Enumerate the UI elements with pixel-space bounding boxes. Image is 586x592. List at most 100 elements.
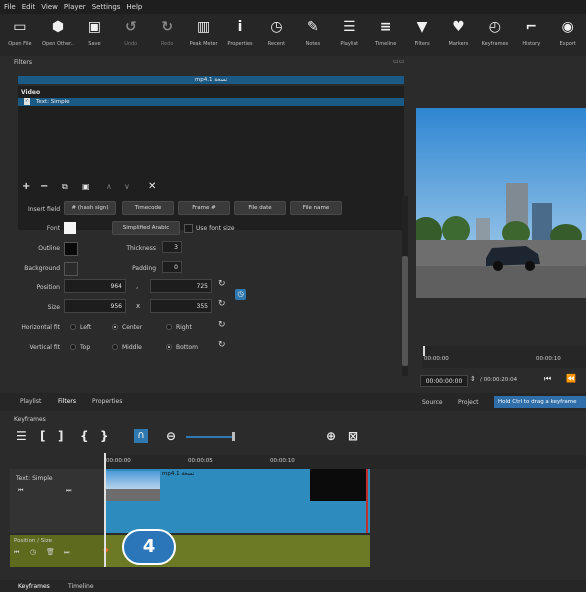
tab-keyframes[interactable]: Keyframes [18, 583, 50, 590]
keyframe-toggle-icon[interactable]: ◷ [235, 289, 246, 300]
close-filter-icon[interactable]: ✕ [148, 181, 156, 192]
thickness-input[interactable]: 3 [162, 241, 182, 253]
size-width-input[interactable]: 956 [64, 299, 126, 313]
player-ruler[interactable]: 00:00:00 00:00:10 [422, 346, 586, 368]
rewind-icon[interactable]: ⏪ [566, 374, 576, 383]
toolbar-timeline-button[interactable]: ≡ Timeline [367, 14, 403, 56]
filters-scrollbar[interactable] [402, 196, 408, 376]
track2-prev-icon[interactable]: ⏮ [14, 549, 19, 557]
tab-project[interactable]: Project [458, 399, 479, 406]
toolbar-peak-meter-button[interactable]: ▥ Peak Meter [185, 14, 221, 56]
padding-input[interactable]: 0 [162, 261, 182, 273]
zoom-out-icon[interactable]: ⊖ [166, 429, 176, 443]
ruler-playhead[interactable] [423, 346, 425, 356]
hash-sign-button[interactable]: # (hash sign) [64, 201, 116, 215]
toolbar-export-button[interactable]: ◉ Export [549, 14, 585, 56]
add-filter-icon[interactable]: + [22, 181, 30, 192]
toolbar-redo-button[interactable]: ↻ Redo [149, 14, 185, 56]
size-height-input[interactable]: 355 [150, 299, 212, 313]
vfit-bottom-radio[interactable] [166, 344, 172, 350]
size-reset-icon[interactable]: ↻ [218, 299, 226, 309]
timecode-button[interactable]: Timecode [122, 201, 174, 215]
move-up-icon[interactable]: ∧ [106, 182, 112, 191]
toolbar-folder-button[interactable]: ▭ Open File [0, 14, 40, 56]
menu-player[interactable]: Player [64, 3, 86, 11]
zoom-in-icon[interactable]: ⊕ [326, 429, 336, 443]
tab-source[interactable]: Source [422, 399, 443, 406]
menu-help[interactable]: Help [126, 3, 142, 11]
background-color-swatch[interactable] [64, 262, 78, 276]
zoom-fit-icon[interactable]: ⊠ [348, 429, 358, 443]
use-font-size-checkbox[interactable] [184, 224, 193, 233]
toolbar-filter-button[interactable]: ▼ Filters [404, 14, 440, 56]
track-header-position-size[interactable]: Position / Size ⏮ ◷ 🗑 ⏭ [10, 535, 104, 567]
menu-file[interactable]: File [4, 3, 16, 11]
font-button[interactable]: Simplified Arabic [112, 221, 180, 235]
hfit-right-radio[interactable] [166, 324, 172, 330]
position-x-input[interactable]: 964 [64, 279, 126, 293]
vfit-reset-icon[interactable]: ↻ [218, 340, 226, 350]
vfit-middle-radio[interactable] [112, 344, 118, 350]
toolbar-marker-button[interactable]: ♥ Markers [440, 14, 476, 56]
paste-filter-icon[interactable]: ▣ [82, 182, 90, 191]
track2-next-icon[interactable]: ⏭ [64, 549, 69, 557]
marker-icon: ♥ [452, 19, 465, 35]
clip-track-text-simple[interactable]: mp4.1 نسخة [104, 469, 370, 533]
keyframes-playhead[interactable] [104, 453, 106, 567]
toolbar-notes-button[interactable]: ✎ Notes [295, 14, 331, 56]
filter-item-text-simple[interactable]: ✓ Text: Simple [18, 98, 404, 106]
menu-settings[interactable]: Settings [92, 3, 121, 11]
brace-close-icon[interactable]: } [100, 429, 109, 443]
tab-playlist[interactable]: Playlist [20, 398, 41, 405]
current-timecode-input[interactable]: 00:00:00:00 [420, 375, 468, 387]
menu-icon[interactable]: ☰ [16, 429, 27, 443]
track2-stopwatch-icon[interactable]: ◷ [30, 548, 36, 556]
track-prev-icon[interactable]: ⏮ [18, 487, 23, 495]
filters-scrollbar-thumb[interactable] [402, 256, 408, 366]
track-next-icon[interactable]: ⏭ [66, 487, 71, 495]
keyframes-ruler[interactable]: 00:00:00 00:00:05 00:00:10 [104, 455, 586, 469]
track2-trash-icon[interactable]: 🗑 [46, 548, 55, 556]
remove-filter-icon[interactable]: − [40, 181, 48, 192]
menu-view[interactable]: View [41, 3, 58, 11]
timecode-spinner-icon[interactable]: ⇕ [470, 375, 476, 383]
hfit-left-radio[interactable] [70, 324, 76, 330]
toolbar-open-other-button[interactable]: ⬢ Open Other.. [40, 14, 76, 56]
snap-magnet-icon[interactable]: ∩ [134, 429, 148, 443]
zoom-slider[interactable] [186, 436, 234, 438]
frame-number-button[interactable]: Frame # [178, 201, 230, 215]
hfit-reset-icon[interactable]: ↻ [218, 320, 226, 330]
filter-enabled-check[interactable]: ✓ [24, 98, 30, 105]
position-reset-icon[interactable]: ↻ [218, 279, 226, 289]
file-name-button[interactable]: File name [290, 201, 342, 215]
ruler-label-5: 00:00:05 [188, 458, 213, 464]
file-date-button[interactable]: File date [234, 201, 286, 215]
menu-edit[interactable]: Edit [22, 3, 36, 11]
next-keyframe-icon[interactable]: ] [58, 429, 63, 443]
brace-open-icon[interactable]: { [80, 429, 89, 443]
toolbar-history-button[interactable]: ⌐ History [513, 14, 549, 56]
zoom-slider-handle[interactable] [232, 432, 235, 441]
position-y-input[interactable]: 725 [150, 279, 212, 293]
tab-timeline[interactable]: Timeline [68, 583, 94, 590]
tab-filters[interactable]: Filters [58, 398, 76, 405]
hfit-center-radio[interactable] [112, 324, 118, 330]
outline-color-swatch[interactable] [64, 242, 78, 256]
tab-properties[interactable]: Properties [92, 398, 122, 405]
toolbar-save-button[interactable]: ▣ Save [76, 14, 112, 56]
toolbar-undo-button[interactable]: ↺ Undo [113, 14, 149, 56]
track-header-text-simple[interactable]: Text: Simple ⏮ ⏭ [10, 469, 104, 533]
toolbar-info-button[interactable]: i Properties [222, 14, 258, 56]
copy-filter-icon[interactable]: ⧉ [62, 182, 68, 192]
toolbar-clock-button[interactable]: ◷ Recent [258, 14, 294, 56]
toolbar-label: Keyframes [481, 41, 509, 47]
font-color-swatch[interactable] [64, 222, 76, 234]
move-down-icon[interactable]: ∨ [124, 182, 130, 191]
previous-keyframe-icon[interactable]: [ [40, 429, 45, 443]
skip-start-icon[interactable]: ⏮ [544, 374, 551, 384]
toolbar-list-button[interactable]: ☰ Playlist [331, 14, 367, 56]
toolbar-stopwatch-button[interactable]: ◴ Keyframes [477, 14, 513, 56]
video-preview[interactable] [416, 108, 586, 298]
panel-float-icon[interactable]: ▭▭ [393, 58, 404, 65]
vfit-top-radio[interactable] [70, 344, 76, 350]
